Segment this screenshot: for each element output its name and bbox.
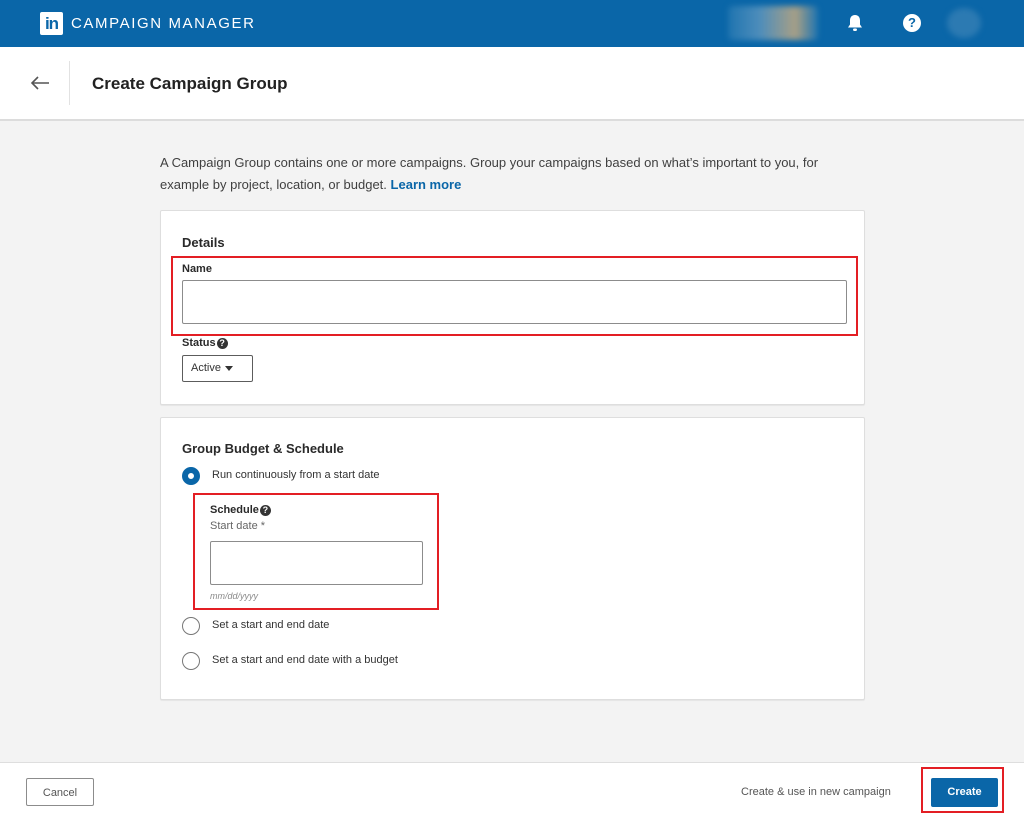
radio-run-continuously[interactable]: Run continuously from a start date — [182, 467, 482, 489]
question-icon[interactable]: ? — [216, 337, 228, 349]
radio-button[interactable] — [182, 652, 200, 670]
intro-description: A Campaign Group contains one or more ca… — [160, 155, 819, 192]
app-title: CAMPAIGN MANAGER — [71, 15, 256, 32]
status-label: Status? — [182, 337, 228, 349]
name-label: Name — [182, 263, 212, 275]
question-icon[interactable]: ? — [259, 504, 271, 516]
schedule-label-text: Schedule — [210, 504, 259, 516]
cancel-button[interactable]: Cancel — [26, 778, 94, 806]
radio-label: Set a start and end date — [212, 619, 330, 631]
radio-start-end-date-budget[interactable]: Set a start and end date with a budget — [182, 652, 482, 674]
profile-avatar[interactable] — [947, 8, 981, 38]
schedule-label: Schedule? — [210, 504, 271, 516]
details-card: Details Name Status? Active — [160, 210, 865, 405]
top-nav-bar: in CAMPAIGN MANAGER ? — [0, 0, 1024, 47]
radio-button-selected[interactable] — [182, 467, 200, 485]
radio-button[interactable] — [182, 617, 200, 635]
details-section-title: Details — [182, 235, 225, 250]
start-date-input[interactable] — [210, 541, 423, 585]
account-switcher[interactable] — [728, 6, 818, 40]
create-and-use-link[interactable]: Create & use in new campaign — [741, 786, 891, 798]
status-value: Active — [191, 362, 221, 374]
learn-more-link[interactable]: Learn more — [391, 177, 462, 192]
bell-icon[interactable] — [845, 13, 865, 33]
page-title: Create Campaign Group — [92, 74, 288, 93]
status-dropdown[interactable]: Active — [182, 355, 253, 382]
footer-bar: Cancel Create & use in new campaign Crea… — [0, 762, 1024, 819]
arrow-left-icon[interactable] — [28, 71, 52, 95]
intro-text: A Campaign Group contains one or more ca… — [160, 152, 870, 196]
linkedin-logo[interactable]: in — [40, 12, 63, 35]
name-input[interactable] — [182, 280, 847, 324]
help-icon[interactable]: ? — [903, 14, 921, 32]
radio-label: Set a start and end date with a budget — [212, 654, 398, 666]
caret-down-icon — [224, 365, 233, 371]
create-button[interactable]: Create — [931, 778, 998, 807]
radio-label: Run continuously from a start date — [212, 469, 380, 481]
start-date-label: Start date * — [210, 520, 266, 532]
date-format-hint: mm/dd/yyyy — [210, 591, 259, 601]
header-divider — [69, 61, 70, 105]
status-label-text: Status — [182, 337, 216, 349]
page-header: Create Campaign Group — [0, 47, 1024, 121]
radio-start-end-date[interactable]: Set a start and end date — [182, 617, 422, 639]
budget-section-title: Group Budget & Schedule — [182, 441, 344, 456]
budget-schedule-card: Group Budget & Schedule Run continuously… — [160, 417, 865, 700]
